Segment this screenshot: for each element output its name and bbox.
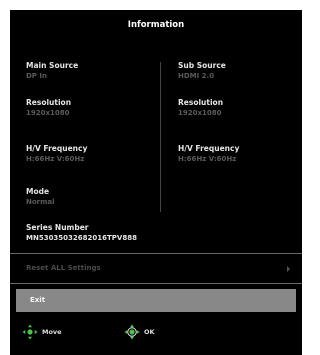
main-hv-frequency-value: H:66Hz V:60Hz <box>26 155 85 163</box>
menu-title: Information <box>127 20 185 30</box>
joystick-move-icon <box>22 324 38 340</box>
sub-resolution-value: 1920x1080 <box>178 109 222 117</box>
main-source-value: DP In <box>26 72 47 80</box>
navigation-hints: Move OK <box>10 320 302 350</box>
mode-value: Normal <box>26 198 55 206</box>
exit-button[interactable]: Exit <box>16 289 296 312</box>
sub-source-value: HDMI 2.0 <box>178 72 215 80</box>
sub-hv-frequency-label: H/V Frequency <box>178 144 240 153</box>
separator-line <box>10 253 302 254</box>
main-resolution-label: Resolution <box>26 98 72 107</box>
main-hv-frequency-label: H/V Frequency <box>26 144 88 153</box>
chevron-right-icon <box>287 266 290 272</box>
move-hint-label: Move <box>42 328 62 336</box>
mode-label: Mode <box>26 187 50 196</box>
series-number-value: MN53035032682016TPV888 <box>26 234 137 242</box>
joystick-ok-icon <box>124 324 140 340</box>
sub-source-label: Sub Source <box>178 61 226 70</box>
sub-hv-frequency-value: H:66Hz V:60Hz <box>178 155 237 163</box>
information-osd-menu: Information Main Source DP In Resolution… <box>10 10 302 355</box>
exit-label: Exit <box>30 296 46 304</box>
sub-resolution-label: Resolution <box>178 98 224 107</box>
main-source-label: Main Source <box>26 61 79 70</box>
reset-all-settings-label: Reset ALL Settings <box>26 264 101 272</box>
ok-hint-label: OK <box>144 328 155 336</box>
column-divider <box>160 62 161 212</box>
series-number-label: Series Number <box>26 223 89 232</box>
separator-line <box>10 283 302 284</box>
main-resolution-value: 1920x1080 <box>26 109 70 117</box>
reset-all-settings-item[interactable]: Reset ALL Settings <box>10 258 302 280</box>
